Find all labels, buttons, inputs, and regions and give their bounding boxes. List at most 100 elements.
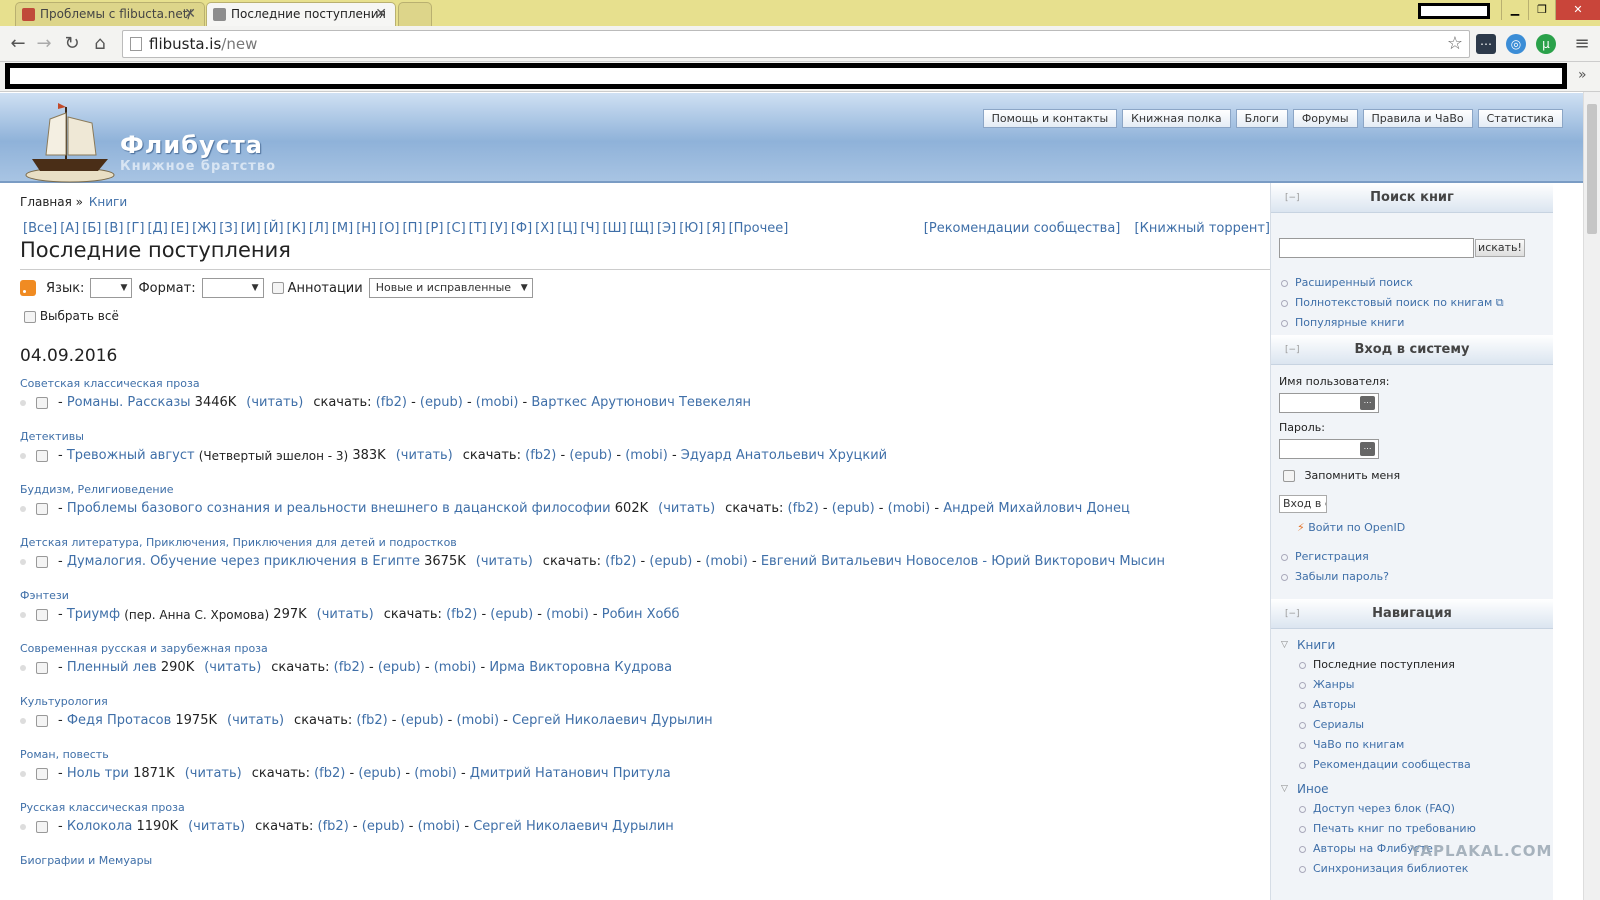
browser-tab-latest-arrivals[interactable]: Последние поступления ✕	[206, 2, 396, 26]
book-title-link[interactable]: Тревожный август	[67, 448, 195, 463]
book-title-link[interactable]: Федя Протасов	[67, 713, 171, 728]
download-mobi-link[interactable]: (mobi)	[546, 607, 589, 622]
nav-item-link[interactable]: Рекомендации сообщества	[1271, 755, 1553, 775]
book-author-link[interactable]: Варткес Арутюнович Тевекелян	[531, 395, 751, 410]
alphabet-letter-link[interactable]: [Ц]	[557, 221, 577, 236]
download-fb2-link[interactable]: (fb2)	[318, 819, 349, 834]
new-tab-button[interactable]	[398, 2, 432, 26]
extension-vpn-icon[interactable]: ◎	[1506, 34, 1526, 54]
nav-item-link[interactable]: Авторы	[1271, 695, 1553, 715]
book-checkbox[interactable]	[36, 661, 48, 674]
sort-select[interactable]: Новые и исправленные ▼	[368, 278, 533, 298]
alphabet-letter-link[interactable]: [М]	[332, 221, 353, 236]
book-title-link[interactable]: Ноль три	[67, 766, 129, 781]
remember-me-checkbox[interactable]	[1283, 470, 1295, 482]
alphabet-letter-link[interactable]: [И]	[241, 221, 261, 236]
alphabet-letter-link[interactable]: [С]	[446, 221, 465, 236]
alphabet-letter-link[interactable]: [Б]	[82, 221, 101, 236]
page-scrollbar[interactable]	[1583, 92, 1600, 900]
alphabet-letter-link[interactable]: [Р]	[425, 221, 443, 236]
nav-item-link[interactable]: ЧаВо по книгам	[1271, 735, 1553, 755]
book-title-link[interactable]: Проблемы базового сознания и реальности …	[67, 501, 611, 516]
download-mobi-link[interactable]: (mobi)	[476, 395, 519, 410]
book-genre-link[interactable]: Детективы	[20, 430, 1280, 448]
book-author-link[interactable]: Дмитрий Натанович Притула	[470, 766, 671, 781]
alphabet-letter-link[interactable]: [К]	[287, 221, 306, 236]
book-genre-link[interactable]: Роман, повесть	[20, 748, 1280, 766]
breadcrumb-books[interactable]: Книги	[89, 195, 127, 209]
book-author-link[interactable]: Эдуард Анатольевич Хруцкий	[681, 448, 887, 463]
read-link[interactable]: (читать)	[476, 554, 533, 569]
collapse-toggle[interactable]: [−]	[1285, 335, 1300, 365]
nav-group-books[interactable]: Книги	[1271, 635, 1553, 655]
book-genre-link[interactable]: Буддизм, Религиоведение	[20, 483, 1280, 501]
book-genre-link[interactable]: Советская классическая проза	[20, 377, 1280, 395]
book-checkbox[interactable]	[36, 767, 48, 780]
breadcrumb-home[interactable]: Главная	[20, 195, 72, 209]
extension-torrent-icon[interactable]: μ	[1536, 34, 1556, 54]
username-input[interactable]: ⋯	[1279, 393, 1379, 413]
download-fb2-link[interactable]: (fb2)	[446, 607, 477, 622]
home-icon[interactable]: ⌂	[88, 32, 112, 56]
book-genre-link[interactable]: Фэнтези	[20, 589, 1280, 607]
menu-statistics[interactable]: Статистика	[1477, 109, 1563, 128]
maximize-button[interactable]: ❐	[1528, 0, 1555, 20]
book-title-link[interactable]: Думалогия. Обучение через приключения в …	[67, 554, 420, 569]
alphabet-letter-link[interactable]: [О]	[379, 221, 399, 236]
alphabet-letter-link[interactable]: [Э]	[657, 221, 676, 236]
download-fb2-link[interactable]: (fb2)	[788, 501, 819, 516]
site-title[interactable]: Флибуста	[120, 131, 263, 159]
popular-books-link[interactable]: Популярные книги	[1281, 313, 1504, 333]
download-epub-link[interactable]: (epub)	[490, 607, 533, 622]
download-epub-link[interactable]: (epub)	[401, 713, 444, 728]
read-link[interactable]: (читать)	[317, 607, 374, 622]
download-epub-link[interactable]: (epub)	[649, 554, 692, 569]
book-author-link[interactable]: Робин Хобб	[602, 607, 680, 622]
book-title-link[interactable]: Пленный лев	[67, 660, 157, 675]
read-link[interactable]: (читать)	[185, 766, 242, 781]
alphabet-letter-link[interactable]: [Ф]	[511, 221, 532, 236]
nav-group-other[interactable]: Иное	[1271, 779, 1553, 799]
alphabet-letter-link[interactable]: [Х]	[535, 221, 554, 236]
read-link[interactable]: (читать)	[396, 448, 453, 463]
book-title-link[interactable]: Колокола	[67, 819, 133, 834]
book-checkbox[interactable]	[36, 820, 48, 833]
nav-item-link[interactable]: Сериалы	[1271, 715, 1553, 735]
download-fb2-link[interactable]: (fb2)	[605, 554, 636, 569]
menu-help-contacts[interactable]: Помощь и контакты	[982, 109, 1118, 128]
menu-forums[interactable]: Форумы	[1292, 109, 1358, 128]
alphabet-letter-link[interactable]: [Й]	[264, 221, 284, 236]
download-epub-link[interactable]: (epub)	[362, 819, 405, 834]
book-torrent-link[interactable]: [Книжный торрент]	[1135, 221, 1270, 236]
forgot-password-link[interactable]: Забыли пароль?	[1281, 567, 1389, 587]
book-genre-link[interactable]: Биографии и Мемуары	[20, 854, 1280, 872]
download-epub-link[interactable]: (epub)	[420, 395, 463, 410]
menu-bookshelf[interactable]: Книжная полка	[1122, 109, 1231, 128]
book-title-link[interactable]: Триумф	[67, 607, 120, 622]
alphabet-letter-link[interactable]: [Н]	[356, 221, 376, 236]
reload-icon[interactable]: ↻	[60, 32, 84, 56]
book-checkbox[interactable]	[36, 555, 48, 568]
nav-item-link[interactable]: Последние поступления	[1271, 655, 1553, 675]
alphabet-letter-link[interactable]: [Я]	[706, 221, 725, 236]
read-link[interactable]: (читать)	[246, 395, 303, 410]
download-mobi-link[interactable]: (mobi)	[888, 501, 931, 516]
alphabet-letter-link[interactable]: [Е]	[171, 221, 189, 236]
nav-item-link[interactable]: Печать книг по требованию	[1271, 819, 1553, 839]
download-epub-link[interactable]: (epub)	[832, 501, 875, 516]
book-author-link[interactable]: Андрей Михайлович Донец	[943, 501, 1130, 516]
format-select[interactable]: ▼	[201, 278, 264, 298]
download-mobi-link[interactable]: (mobi)	[434, 660, 477, 675]
read-link[interactable]: (читать)	[204, 660, 261, 675]
book-checkbox[interactable]	[36, 714, 48, 727]
download-fb2-link[interactable]: (fb2)	[356, 713, 387, 728]
alphabet-letter-link[interactable]: [Ж]	[192, 221, 216, 236]
collapse-toggle[interactable]: [−]	[1285, 599, 1300, 629]
collapse-toggle[interactable]: [−]	[1285, 183, 1300, 213]
keyboard-icon[interactable]: ⋯	[1360, 396, 1375, 410]
menu-rules-faq[interactable]: Правила и ЧаВо	[1362, 109, 1473, 128]
register-link[interactable]: Регистрация	[1281, 547, 1389, 567]
extension-keyboard-icon[interactable]: ⋯	[1476, 34, 1496, 54]
forward-arrow-icon[interactable]: →	[32, 32, 56, 56]
book-checkbox[interactable]	[36, 449, 48, 462]
